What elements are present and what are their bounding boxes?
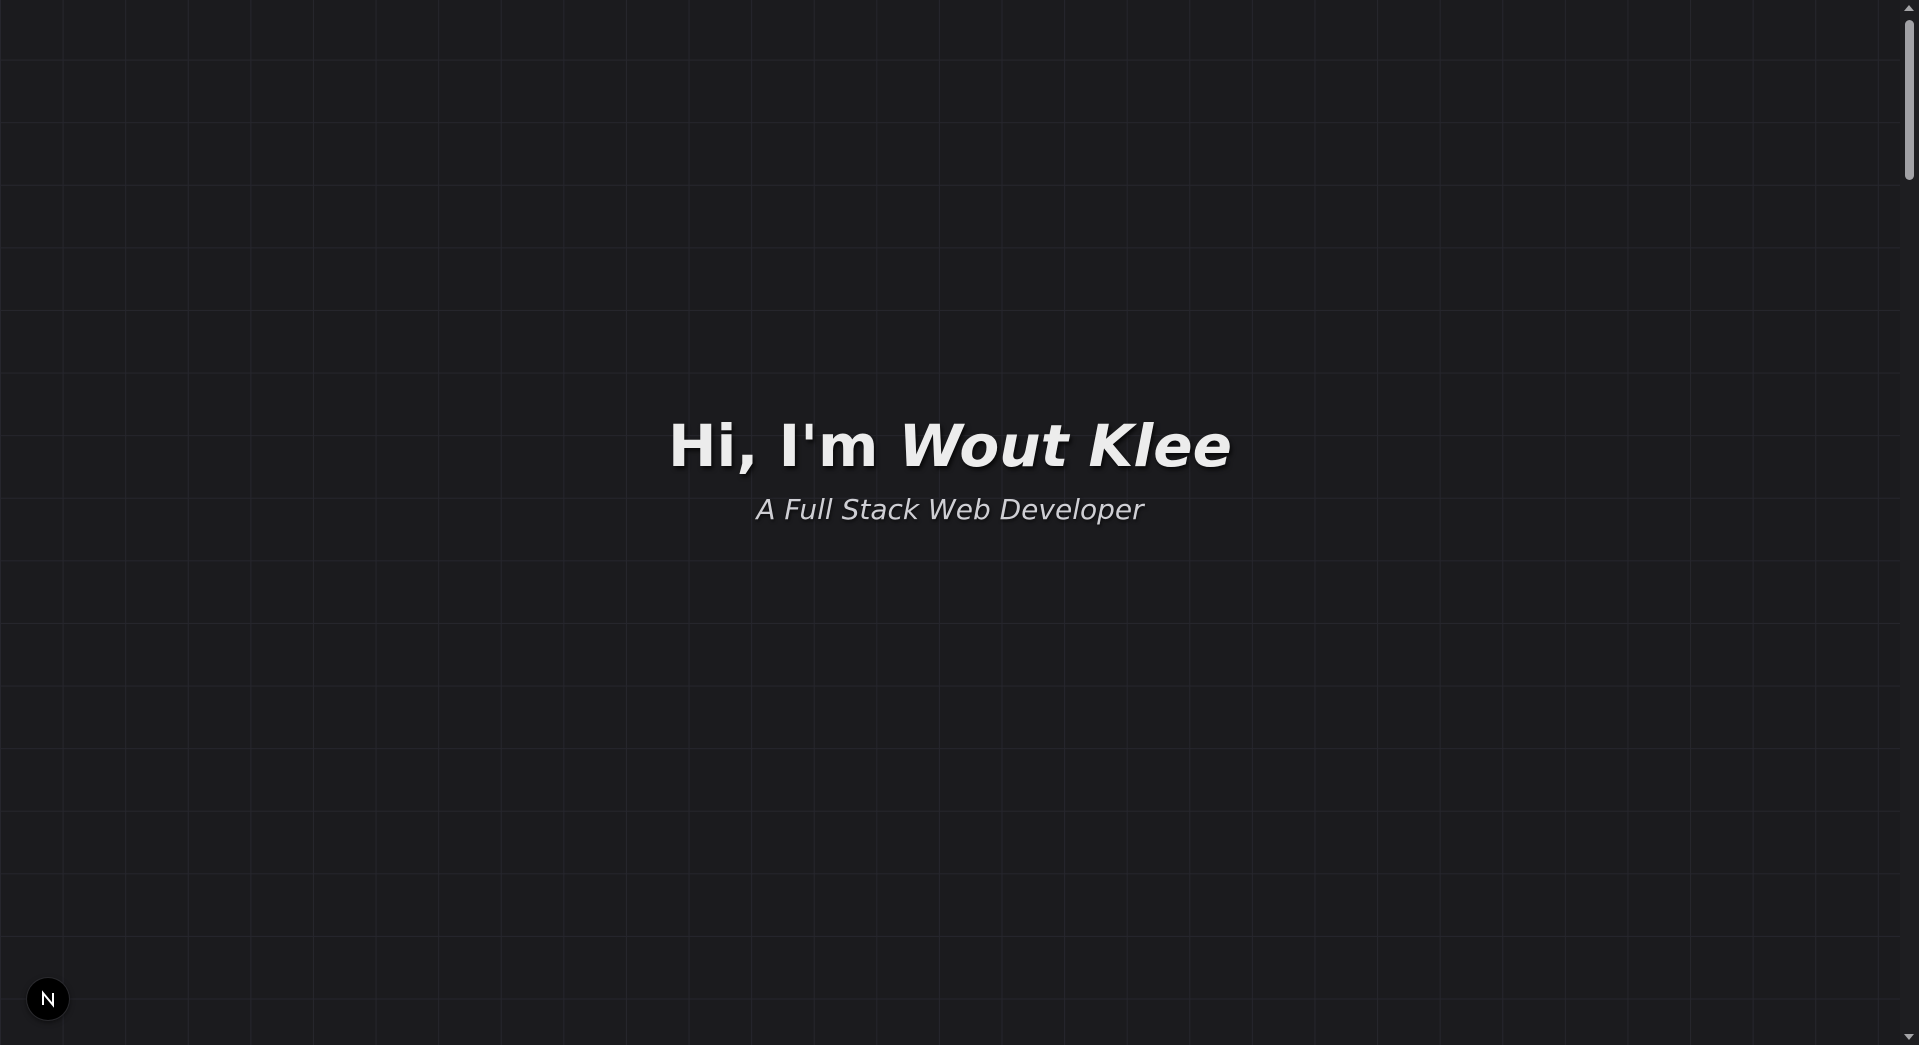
scrollbar-thumb[interactable] xyxy=(1905,20,1914,180)
scroll-up-arrow-icon[interactable] xyxy=(1904,5,1914,11)
hero-title: Hi, I'm Wout Klee xyxy=(0,410,1900,482)
nextjs-dev-indicator-button[interactable] xyxy=(27,978,69,1020)
hero-greeting: Hi, I'm xyxy=(668,412,899,480)
hero-name: Wout Klee xyxy=(898,412,1232,480)
hero-section: Hi, I'm Wout Klee A Full Stack Web Devel… xyxy=(0,410,1900,528)
nextjs-logo-icon xyxy=(42,990,54,1008)
page-background: Hi, I'm Wout Klee A Full Stack Web Devel… xyxy=(0,0,1900,1045)
hero-subtitle: A Full Stack Web Developer xyxy=(756,493,1144,526)
vertical-scrollbar[interactable] xyxy=(1900,0,1919,1045)
scroll-down-arrow-icon[interactable] xyxy=(1904,1034,1914,1040)
